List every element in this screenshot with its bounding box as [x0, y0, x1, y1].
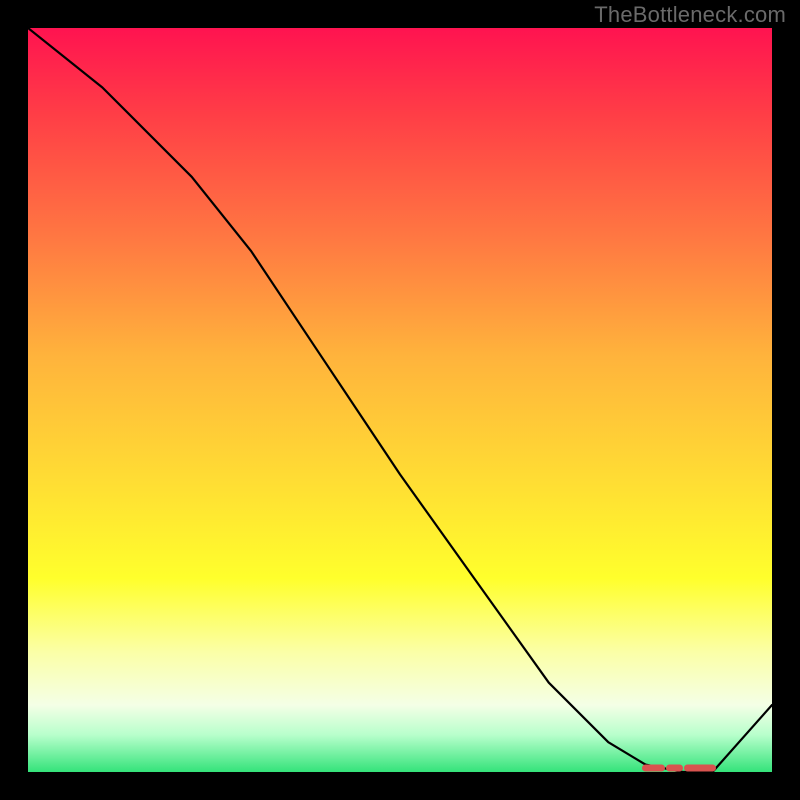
- chart-svg: [28, 28, 772, 772]
- plot-area: [28, 28, 772, 772]
- series-curve: [28, 28, 772, 772]
- watermark-text: TheBottleneck.com: [594, 2, 786, 28]
- chart-frame: TheBottleneck.com: [0, 0, 800, 800]
